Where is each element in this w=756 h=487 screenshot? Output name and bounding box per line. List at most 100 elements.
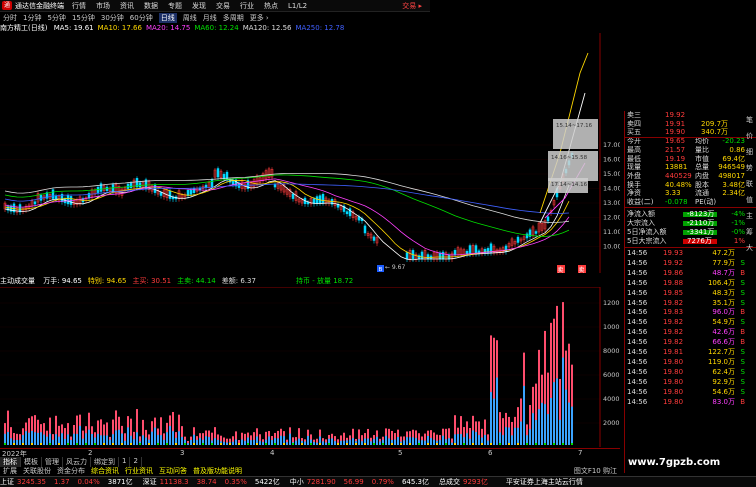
fund-flow-row: 大宗流入 -2110万 -1% bbox=[625, 219, 756, 228]
index-quote[interactable]: 总成交 9293亿 bbox=[439, 477, 496, 487]
volume-bar-buy bbox=[97, 433, 99, 445]
server-status[interactable]: 平安证券上海主站云行情 bbox=[506, 477, 583, 487]
candle-body bbox=[138, 182, 142, 188]
side-nav-item[interactable]: 势 bbox=[746, 163, 753, 173]
info-tab[interactable]: 资金分布 bbox=[54, 466, 88, 475]
price-tick: 17.00 bbox=[603, 141, 620, 149]
index-quote[interactable]: 深证 11138.3 38.74 0.35% 5422亿 bbox=[143, 477, 280, 487]
candle-body bbox=[453, 250, 457, 256]
volume-flag bbox=[472, 443, 474, 445]
quote-row: 卖三 19.92 bbox=[625, 111, 756, 120]
volume-flag bbox=[58, 443, 60, 445]
volume-bar-buy bbox=[91, 433, 93, 445]
info-tab[interactable]: 互动问答 bbox=[156, 466, 190, 475]
volume-flag bbox=[49, 443, 51, 445]
menu-item[interactable]: 数据 bbox=[144, 2, 158, 10]
menu-item[interactable]: 行业 bbox=[240, 2, 254, 10]
volume-flag bbox=[301, 443, 303, 445]
quote-row: 现量 13881 总量 946549 bbox=[625, 163, 756, 172]
menu-item[interactable]: 热点 bbox=[264, 2, 278, 10]
quote-value-2: 0.86 bbox=[729, 145, 745, 154]
volume-flag bbox=[544, 443, 546, 445]
period-tab[interactable]: 多周期 bbox=[223, 13, 244, 23]
tick-row: 14:56 19.92 77.9万 S bbox=[625, 259, 749, 269]
index-amount: 3871亿 bbox=[107, 478, 133, 486]
quote-row: 卖四 19.91 209.7万 bbox=[625, 120, 756, 129]
price-chart[interactable]: 17.00 16.00 15.00 14.00 13.00 12.00 11.00 10.00… bbox=[0, 33, 620, 273]
volume-bar-buy bbox=[370, 441, 372, 445]
index-quote[interactable]: 中小 7281.90 56.99 0.79% 645.3亿 bbox=[290, 477, 429, 487]
price-tick: 10.00 bbox=[603, 243, 620, 251]
period-tab[interactable]: 5分钟 bbox=[47, 13, 65, 23]
info-tab[interactable]: 普及版功能说明 bbox=[190, 466, 245, 475]
candle-body bbox=[66, 195, 70, 205]
candle-body bbox=[534, 231, 538, 234]
menu-item[interactable]: 资讯 bbox=[120, 2, 134, 10]
price-tick: 13.00 bbox=[603, 199, 620, 207]
info-tab[interactable]: 关联股份 bbox=[20, 466, 54, 475]
menu-item[interactable]: 专题 bbox=[168, 2, 182, 10]
info-tab[interactable]: 扩展 bbox=[0, 466, 20, 475]
side-nav-item[interactable]: 主 bbox=[746, 211, 753, 221]
volume-bar-buy bbox=[142, 435, 144, 445]
info-tab[interactable]: 行业资讯 bbox=[122, 466, 156, 475]
period-tab[interactable]: 更多 › bbox=[250, 13, 269, 23]
volume-bar-buy bbox=[46, 436, 48, 445]
candle-body bbox=[474, 245, 478, 254]
menu-item[interactable]: 行情 bbox=[72, 2, 86, 10]
menu-item[interactable]: 市场 bbox=[96, 2, 110, 10]
side-nav-item[interactable]: 细 bbox=[746, 147, 753, 157]
menu-item[interactable]: 交易 bbox=[216, 2, 230, 10]
info-tab[interactable]: 综合资讯 bbox=[88, 466, 122, 475]
period-tab[interactable]: 1分钟 bbox=[23, 13, 41, 23]
trade-menu-link[interactable]: 交易 ▸ bbox=[402, 1, 422, 11]
quote-label: 买五 bbox=[627, 128, 641, 137]
volume-bar-buy bbox=[43, 434, 45, 445]
volume-flag bbox=[391, 443, 393, 445]
volume-bar-buy bbox=[52, 439, 54, 445]
period-tab[interactable]: 月线 bbox=[203, 13, 217, 23]
volume-bar-buy bbox=[136, 432, 138, 445]
volume-flag bbox=[508, 443, 510, 445]
volume-indicator-title[interactable]: 主动成交量 bbox=[0, 277, 35, 285]
quote-row: 最低 19.19 市值 69.4亿 bbox=[625, 155, 756, 164]
volume-bar-buy bbox=[7, 432, 9, 445]
period-tab[interactable]: 周线 bbox=[183, 13, 197, 23]
period-tab[interactable]: 日线 bbox=[158, 12, 177, 23]
tick-time: 14:56 bbox=[627, 258, 648, 267]
volume-bar-buy bbox=[448, 438, 450, 445]
quote-value-2: 3.48亿 bbox=[722, 180, 745, 189]
side-nav-item[interactable]: 值 bbox=[746, 195, 753, 205]
period-tab[interactable]: 分时 bbox=[3, 13, 17, 23]
candle-body bbox=[129, 182, 133, 188]
tick-row: 14:56 19.93 47.2万 bbox=[625, 249, 749, 259]
volume-bar-buy bbox=[571, 406, 573, 445]
period-tab[interactable]: 15分钟 bbox=[72, 13, 95, 23]
volume-legend: 主动成交量 万手: 94.65 特别: 94.65 主买: 30.51 主卖: 44.… bbox=[0, 276, 620, 286]
index-quote[interactable]: 上证 3245.35 1.37 0.04% 3871亿 bbox=[0, 477, 133, 487]
tick-volume: 92.9万 bbox=[712, 377, 735, 386]
period-tab[interactable]: 30分钟 bbox=[101, 13, 124, 23]
tick-price: 19.88 bbox=[663, 278, 684, 287]
volume-bar-buy bbox=[70, 440, 72, 445]
volume-flag bbox=[193, 443, 195, 445]
volume-bar-buy bbox=[64, 438, 66, 445]
period-tab[interactable]: 60分钟 bbox=[130, 13, 153, 23]
quote-row: 买五 19.90 340.7万 bbox=[625, 128, 756, 137]
side-nav-item[interactable]: 筹 bbox=[746, 227, 753, 237]
f10-link[interactable]: 图文F10 购江 bbox=[571, 466, 620, 475]
menu-item[interactable]: 发现 bbox=[192, 2, 206, 10]
tick-time: 14:56 bbox=[627, 367, 648, 376]
menu-item[interactable]: L1/L2 bbox=[288, 2, 307, 10]
side-nav-item[interactable]: 笔 bbox=[746, 115, 753, 125]
quote-label: 最高 bbox=[627, 145, 641, 154]
side-nav-item[interactable]: 联 bbox=[746, 179, 753, 189]
volume-flag bbox=[175, 443, 177, 445]
side-nav-item[interactable]: 大 bbox=[746, 243, 753, 253]
volume-flag bbox=[535, 443, 537, 445]
volume-chart[interactable]: 12000 10000 8000 6000 4000 2000 bbox=[0, 287, 620, 447]
side-nav-item[interactable]: 价 bbox=[746, 131, 753, 141]
flow-pct: -0% bbox=[731, 228, 745, 236]
volume-bar-buy bbox=[295, 440, 297, 445]
volume-bar-buy bbox=[475, 431, 477, 445]
